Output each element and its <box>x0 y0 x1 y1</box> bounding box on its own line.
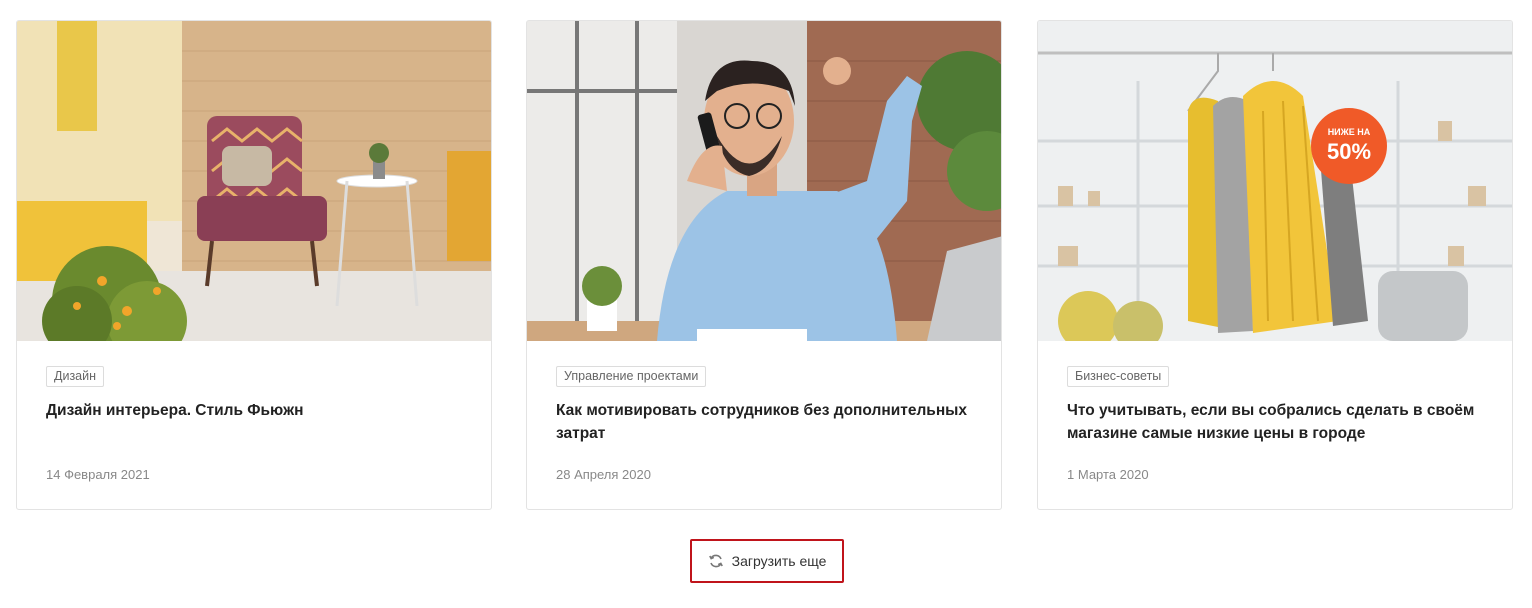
post-date: 28 Апреля 2020 <box>556 467 651 482</box>
post-title[interactable]: Дизайн интерьера. Стиль Фьюжн <box>46 399 471 422</box>
load-more-button[interactable]: Загрузить еще <box>690 539 844 583</box>
refresh-icon <box>708 553 724 569</box>
post-date: 14 Февраля 2021 <box>46 467 150 482</box>
man-on-phone-image[interactable] <box>527 21 1001 341</box>
category-tag[interactable]: Управление проектами <box>556 366 707 387</box>
post-date: 1 Марта 2020 <box>1067 467 1149 482</box>
blog-card[interactable]: НИЖЕ НА 50% Бизнес-советы Что учитывать,… <box>1037 20 1513 510</box>
interior-armchair-image[interactable] <box>17 21 491 341</box>
post-title[interactable]: Что учитывать, если вы собрались сделать… <box>1067 399 1492 445</box>
category-tag[interactable]: Бизнес-советы <box>1067 366 1170 387</box>
clothing-rack-image[interactable]: НИЖЕ НА 50% <box>1038 21 1512 341</box>
load-more-label: Загрузить еще <box>731 553 827 569</box>
blog-card[interactable]: Дизайн Дизайн интерьера. Стиль Фьюжн 14 … <box>16 20 492 510</box>
svg-text:50%: 50% <box>1327 139 1371 164</box>
post-title[interactable]: Как мотивировать сотрудников без дополни… <box>556 399 981 445</box>
svg-text:НИЖЕ НА: НИЖЕ НА <box>1328 127 1371 137</box>
blog-card[interactable]: Управление проектами Как мотивировать со… <box>526 20 1002 510</box>
category-tag[interactable]: Дизайн <box>46 366 105 387</box>
